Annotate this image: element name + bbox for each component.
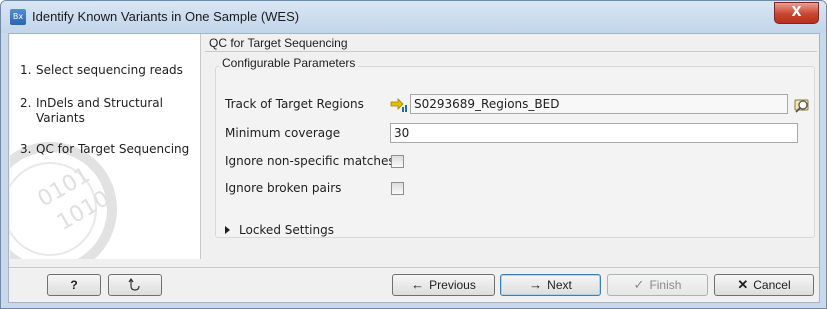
reset-icon xyxy=(128,277,140,291)
window-title: Identify Known Variants in One Sample (W… xyxy=(32,9,300,24)
ignore-nonspecific-label: Ignore non-specific matches xyxy=(225,154,395,168)
wizard-steps-panel: 0101 1010 1. Select sequencing reads 2. … xyxy=(10,34,201,259)
previous-label: Previous xyxy=(429,278,476,292)
help-icon: ? xyxy=(70,278,78,292)
step-number: 3. xyxy=(20,142,32,156)
step-content: QC for Target Sequencing Configurable Pa… xyxy=(205,34,819,266)
reset-button[interactable] xyxy=(108,274,162,296)
ignore-broken-label: Ignore broken pairs xyxy=(225,181,342,195)
cancel-label: Cancel xyxy=(753,278,791,292)
cancel-button[interactable]: ✕ Cancel xyxy=(714,274,814,296)
finish-button[interactable]: ✓ Finish xyxy=(607,274,708,296)
arrow-left-icon: ← xyxy=(411,277,425,292)
dialog-window: Bx Identify Known Variants in One Sample… xyxy=(0,0,827,309)
browse-icon[interactable] xyxy=(793,96,811,114)
button-bar-divider xyxy=(9,267,819,268)
track-input[interactable]: S0293689_Regions_BED xyxy=(410,94,788,114)
app-icon: Bx xyxy=(10,9,26,25)
close-button[interactable]: X xyxy=(774,2,819,24)
step-number: 1. xyxy=(20,63,32,77)
previous-button[interactable]: ← Previous xyxy=(392,274,495,296)
finish-label: Finish xyxy=(649,278,682,292)
step-label: QC for Target Sequencing xyxy=(36,142,190,156)
min-coverage-label: Minimum coverage xyxy=(225,126,341,140)
track-field[interactable]: S0293689_Regions_BED xyxy=(390,94,795,114)
section-title: QC for Target Sequencing xyxy=(209,36,348,50)
step-number: 2. xyxy=(20,96,32,110)
ignore-broken-checkbox[interactable] xyxy=(391,182,404,195)
step-label: Select sequencing reads xyxy=(36,63,183,77)
track-label: Track of Target Regions xyxy=(225,97,364,111)
next-label: Next xyxy=(547,278,572,292)
locked-settings-label: Locked Settings xyxy=(239,223,334,237)
help-button[interactable]: ? xyxy=(47,274,101,296)
step-label: InDels and Structural Variants xyxy=(36,96,163,125)
next-button[interactable]: → Next xyxy=(500,274,601,296)
min-coverage-input[interactable]: 30 xyxy=(390,123,798,143)
ignore-nonspecific-checkbox[interactable] xyxy=(391,155,404,168)
track-icon xyxy=(390,98,407,112)
checkmark-icon: ✓ xyxy=(633,277,645,292)
arrow-right-icon: → xyxy=(529,277,543,292)
configurable-parameters-group xyxy=(215,66,815,238)
locked-settings-toggle[interactable]: Locked Settings xyxy=(225,223,334,237)
cross-icon: ✕ xyxy=(737,277,749,292)
expand-triangle-icon xyxy=(225,226,230,234)
title-bar[interactable]: Bx Identify Known Variants in One Sample… xyxy=(1,1,826,33)
group-title: Configurable Parameters xyxy=(219,56,359,70)
section-divider xyxy=(205,51,817,52)
dialog-body: 0101 1010 1. Select sequencing reads 2. … xyxy=(8,33,820,303)
